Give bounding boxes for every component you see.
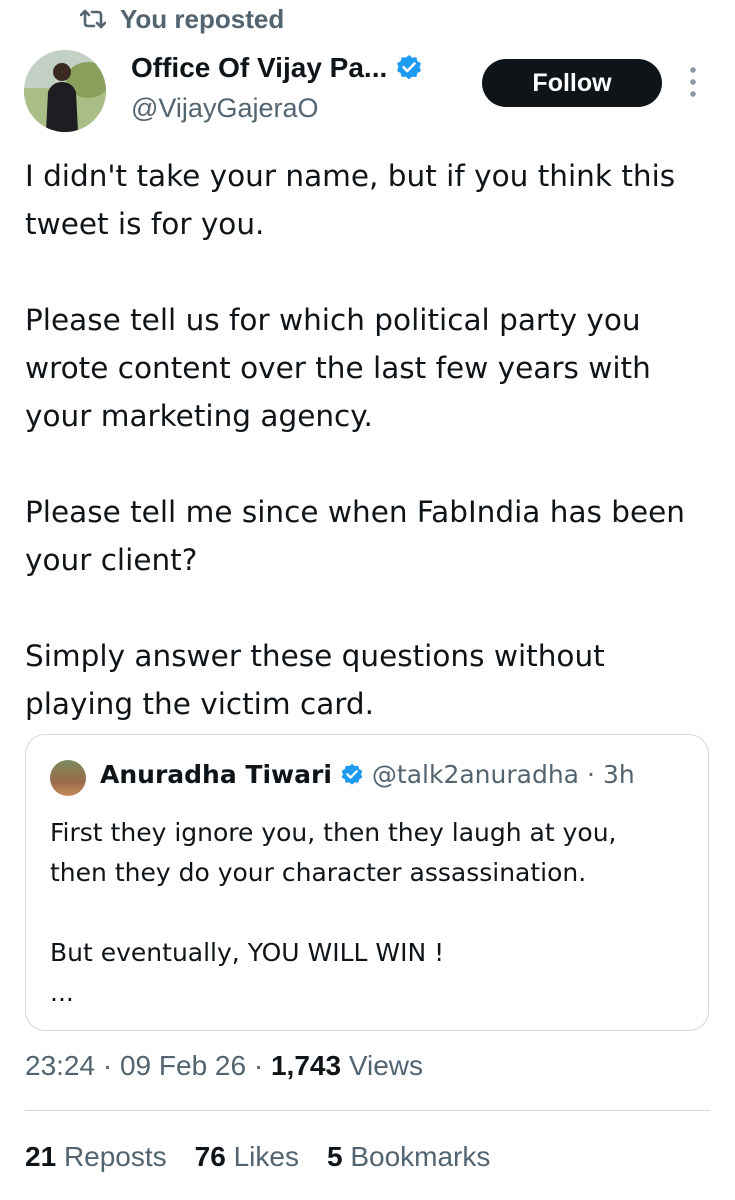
divider — [25, 1110, 710, 1111]
quoted-author-avatar[interactable] — [50, 760, 86, 796]
quoted-tweet-card[interactable]: Anuradha Tiwari @talk2anuradha · 3h Firs… — [25, 734, 709, 1031]
repost-label: You reposted — [120, 3, 285, 34]
author-avatar[interactable] — [24, 50, 106, 132]
quoted-tweet-header: Anuradha Tiwari @talk2anuradha · 3h — [100, 760, 635, 789]
tweet-paragraph: Please tell me since when FabIndia has b… — [25, 495, 685, 577]
quoted-line: First they ignore you, then they laugh a… — [50, 818, 617, 847]
quoted-line: But eventually, YOU WILL WIN ! — [50, 938, 445, 967]
author-handle[interactable]: @VijayGajeraO — [131, 93, 318, 124]
tweet-paragraph: I didn't take your name, but if you thin… — [25, 159, 676, 241]
bookmarks-count: 5 — [326, 1141, 343, 1172]
quoted-line: then they do your character assassinatio… — [50, 858, 587, 887]
verified-badge-icon — [397, 55, 422, 80]
quoted-tweet-text: First they ignore you, then they laugh a… — [50, 813, 700, 1013]
reposts-count: 21 — [25, 1141, 57, 1172]
quoted-author-name[interactable]: Anuradha Tiwari — [100, 760, 332, 789]
reposts-label: Reposts — [63, 1141, 167, 1172]
quoted-separator: · — [587, 760, 595, 789]
quoted-time[interactable]: 3h — [603, 760, 635, 789]
repost-icon — [80, 9, 106, 29]
follow-button[interactable]: Follow — [482, 59, 662, 107]
more-options-icon[interactable] — [686, 64, 700, 100]
author-name-row[interactable]: Office Of Vijay Pa... — [131, 52, 423, 84]
bookmarks-stat[interactable]: 5 Bookmarks — [327, 1141, 490, 1173]
views-count: 1,743 — [270, 1050, 342, 1081]
bookmarks-label: Bookmarks — [350, 1141, 491, 1172]
avatar-photo — [24, 50, 106, 132]
tweet-paragraph: Please tell us for which political party… — [25, 303, 651, 433]
likes-count: 76 — [194, 1141, 226, 1172]
engagement-stats: 21 Reposts 76 Likes 5 Bookmarks — [25, 1141, 490, 1173]
likes-stat[interactable]: 76 Likes — [195, 1141, 299, 1173]
author-name[interactable]: Office Of Vijay Pa... — [131, 52, 387, 84]
meta-separator: · — [102, 1050, 113, 1081]
quoted-author-handle[interactable]: @talk2anuradha — [372, 760, 579, 789]
quoted-line — [50, 893, 700, 933]
tweet-text: I didn't take your name, but if you thin… — [25, 152, 715, 776]
tweet-time[interactable]: 23:24 — [25, 1050, 95, 1081]
likes-label: Likes — [233, 1141, 299, 1172]
quoted-line: ... — [50, 978, 74, 1007]
tweet-meta: 23:24 · 09 Feb 26 · 1,743 Views — [25, 1050, 423, 1082]
verified-badge-icon — [341, 763, 363, 785]
repost-indicator: You reposted — [80, 4, 284, 34]
views-label: Views — [348, 1050, 424, 1081]
meta-separator: · — [253, 1050, 264, 1081]
tweet-date[interactable]: 09 Feb 26 — [120, 1050, 246, 1081]
tweet-paragraph: Simply answer these questions without pl… — [25, 639, 605, 721]
reposts-stat[interactable]: 21 Reposts — [25, 1141, 167, 1173]
